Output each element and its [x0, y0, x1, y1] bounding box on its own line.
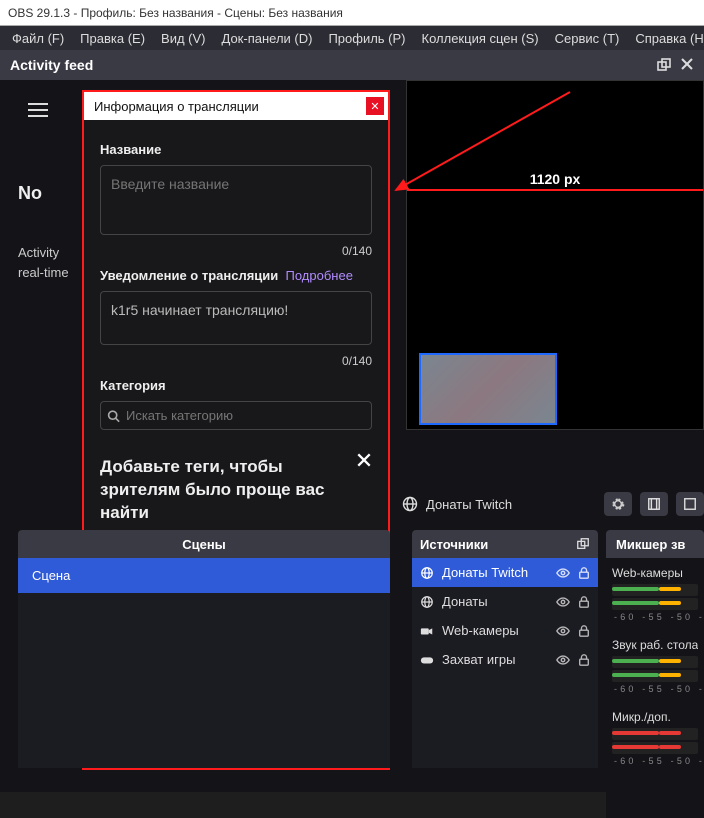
- name-input[interactable]: [100, 165, 372, 235]
- name-counter: 0/140: [100, 244, 372, 258]
- visibility-icon[interactable]: [556, 566, 570, 580]
- sources-toolbar: Донаты Twitch: [392, 490, 704, 518]
- close-icon[interactable]: [680, 57, 694, 73]
- meter-ticks: -60 -55 -50 -45 -4: [612, 612, 698, 622]
- panel-button[interactable]: [640, 492, 668, 516]
- menu-scene-collection[interactable]: Коллекция сцен (S): [414, 31, 547, 46]
- category-label: Категория: [100, 378, 372, 393]
- meter: [612, 656, 698, 668]
- menu-file[interactable]: Файл (F): [4, 31, 72, 46]
- tags-close-icon[interactable]: [356, 452, 372, 468]
- source-icon: [420, 653, 434, 667]
- preview-canvas[interactable]: 1120 px: [406, 80, 704, 430]
- source-item[interactable]: Донаты Twitch: [412, 558, 598, 587]
- visibility-icon[interactable]: [556, 624, 570, 638]
- mixer-panel: Web-камеры-60 -55 -50 -45 -4Звук раб. ст…: [606, 558, 704, 818]
- sources-header: Источники: [412, 530, 598, 558]
- channel-name: Web-камеры: [612, 566, 698, 580]
- modal-close-icon[interactable]: ✕: [366, 97, 384, 115]
- dock-title: Activity feed: [10, 57, 93, 73]
- menu-view[interactable]: Вид (V): [153, 31, 213, 46]
- activity-title: No: [18, 183, 42, 204]
- menu-edit[interactable]: Правка (E): [72, 31, 153, 46]
- popout-icon[interactable]: [656, 57, 672, 73]
- popout-icon[interactable]: [576, 537, 590, 551]
- category-search[interactable]: [100, 401, 372, 430]
- channel-name: Звук раб. стола: [612, 638, 698, 652]
- source-thumbnail[interactable]: [419, 353, 557, 425]
- source-icon: [420, 595, 434, 609]
- notif-counter: 0/140: [100, 354, 372, 368]
- lock-icon[interactable]: [578, 624, 590, 638]
- source-label: Захват игры: [442, 652, 548, 667]
- meter: [612, 584, 698, 596]
- name-label: Название: [100, 142, 372, 157]
- scenes-list[interactable]: Сцена: [18, 558, 390, 768]
- sources-list[interactable]: Донаты Twitch Донаты Web-камеры Захват игры: [412, 558, 598, 768]
- meter: [612, 742, 698, 754]
- category-input[interactable]: [126, 408, 365, 423]
- channel-name: Микр./доп.: [612, 710, 698, 724]
- meter: [612, 728, 698, 740]
- panel2-button[interactable]: [676, 492, 704, 516]
- guide-line: [407, 189, 703, 191]
- hamburger-icon[interactable]: [28, 102, 48, 118]
- lock-icon[interactable]: [578, 566, 590, 580]
- source-label: Донаты Twitch: [442, 565, 548, 580]
- notif-label: Уведомление о трансляции Подробнее: [100, 268, 372, 283]
- menu-profile[interactable]: Профиль (P): [320, 31, 413, 46]
- activity-subtitle: Activityreal-time: [18, 243, 69, 282]
- meter: [612, 598, 698, 610]
- notif-input[interactable]: k1r5 начинает трансляцию!: [100, 291, 372, 345]
- tags-title: Добавьте теги, чтобы зрителям было проще…: [100, 456, 372, 525]
- menu-help[interactable]: Справка (H): [627, 31, 704, 46]
- mixer-channel[interactable]: Web-камеры -60 -55 -50 -45 -4: [606, 558, 704, 622]
- menubar: Файл (F) Правка (E) Вид (V) Док-панели (…: [0, 26, 704, 50]
- source-item[interactable]: Донаты: [412, 587, 598, 616]
- lock-icon[interactable]: [578, 595, 590, 609]
- lock-icon[interactable]: [578, 653, 590, 667]
- px-label: 1120 px: [407, 171, 703, 187]
- source-item[interactable]: Захват игры: [412, 645, 598, 674]
- scenes-header: Сцены: [18, 530, 390, 558]
- notif-more-link[interactable]: Подробнее: [286, 268, 353, 283]
- dock-header: Activity feed: [0, 50, 704, 80]
- scene-item[interactable]: Сцена: [18, 558, 390, 593]
- mixer-header: Микшер зв: [606, 530, 704, 558]
- meter-ticks: -60 -55 -50 -45 -4: [612, 684, 698, 694]
- modal-title: Информация о трансляции: [94, 99, 259, 114]
- visibility-icon[interactable]: [556, 595, 570, 609]
- menu-service[interactable]: Сервис (T): [547, 31, 628, 46]
- settings-button[interactable]: [604, 492, 632, 516]
- visibility-icon[interactable]: [556, 653, 570, 667]
- source-label: Донаты: [442, 594, 548, 609]
- source-label: Web-камеры: [442, 623, 548, 638]
- meter-ticks: -60 -55 -50 -45 -4: [612, 756, 698, 766]
- mixer-channel[interactable]: Микр./доп. -60 -55 -50 -45 -4: [606, 702, 704, 766]
- meter: [612, 670, 698, 682]
- source-item[interactable]: Web-камеры: [412, 616, 598, 645]
- source-icon: [420, 624, 434, 638]
- search-icon: [107, 409, 120, 423]
- window-titlebar: OBS 29.1.3 - Профиль: Без названия - Сце…: [0, 0, 704, 26]
- source-icon: [420, 566, 434, 580]
- mixer-channel[interactable]: Звук раб. стола -60 -55 -50 -45 -4: [606, 630, 704, 694]
- toolbar-label: Донаты Twitch: [426, 497, 512, 512]
- menu-dock[interactable]: Док-панели (D): [214, 31, 321, 46]
- globe-icon: [402, 496, 418, 512]
